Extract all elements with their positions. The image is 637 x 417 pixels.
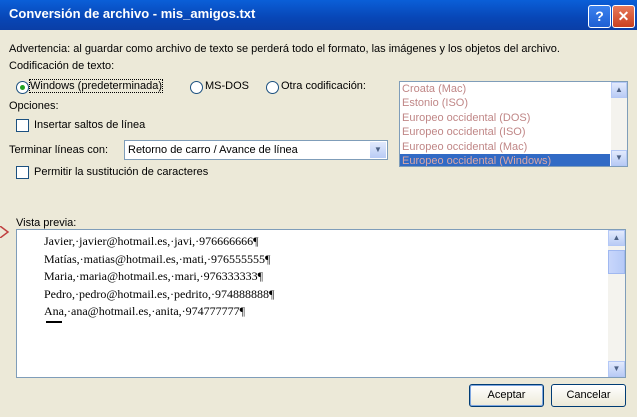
preview-line: Javier,·javier@hotmail.es,·javi,·9766666… bbox=[44, 234, 259, 248]
options-label: Opciones: bbox=[9, 100, 59, 112]
scroll-thumb[interactable] bbox=[608, 250, 625, 274]
encoding-list-scrollbar[interactable]: ▲ ▼ bbox=[611, 82, 627, 166]
window-title: Conversión de archivo - mis_amigos.txt bbox=[9, 6, 256, 21]
warning-text: Advertencia: al guardar como archivo de … bbox=[9, 43, 560, 55]
encoding-item[interactable]: Estonio (ISO) bbox=[400, 96, 610, 110]
cancel-button[interactable]: Cancelar bbox=[551, 384, 626, 407]
radio-windows-label[interactable]: Windows (predeterminada) bbox=[28, 79, 164, 93]
encoding-item[interactable]: Europeo occidental (DOS) bbox=[400, 111, 610, 125]
title-bar: Conversión de archivo - mis_amigos.txt ?… bbox=[0, 0, 637, 30]
scroll-up-icon[interactable]: ▲ bbox=[611, 82, 627, 98]
encoding-list[interactable]: Croata (Mac) Estonio (ISO) Europeo occid… bbox=[399, 81, 628, 167]
end-lines-label: Terminar líneas con: bbox=[9, 144, 109, 156]
chevron-down-icon[interactable]: ▼ bbox=[370, 142, 386, 158]
allow-substitution-label[interactable]: Permitir la sustitución de caracteres bbox=[34, 166, 208, 178]
scroll-up-icon[interactable]: ▲ bbox=[608, 230, 625, 246]
encoding-item[interactable]: Europeo occidental (ISO) bbox=[400, 125, 610, 139]
arrow-icon bbox=[0, 226, 10, 238]
encoding-item-selected[interactable]: Europeo occidental (Windows) bbox=[400, 153, 610, 166]
accept-button[interactable]: Aceptar bbox=[469, 384, 544, 407]
radio-msdos-label[interactable]: MS-DOS bbox=[205, 80, 249, 92]
encoding-item[interactable]: Croata (Mac) bbox=[400, 82, 610, 96]
allow-substitution-checkbox[interactable] bbox=[16, 166, 29, 179]
text-cursor bbox=[46, 321, 62, 323]
scroll-down-icon[interactable]: ▼ bbox=[611, 150, 627, 166]
preview-label: Vista previa: bbox=[16, 217, 77, 229]
scroll-down-icon[interactable]: ▼ bbox=[608, 361, 625, 377]
end-lines-select[interactable]: Retorno de carro / Avance de línea ▼ bbox=[124, 140, 388, 160]
preview-line: Maria,·maria@hotmail.es,·mari,·976333333… bbox=[44, 269, 264, 284]
end-lines-value: Retorno de carro / Avance de línea bbox=[128, 144, 298, 156]
preview-line: Pedro,·pedro@hotmail.es,·pedrito,·974888… bbox=[44, 286, 275, 301]
radio-msdos[interactable] bbox=[190, 81, 203, 94]
encoding-item[interactable]: Europeo occidental (Mac) bbox=[400, 140, 610, 154]
encoding-label: Codificación de texto: bbox=[9, 60, 115, 72]
preview-box[interactable]: Javier,·javier@hotmail.es,·javi,·9766666… bbox=[16, 229, 626, 378]
preview-line: Matías,·matias@hotmail.es,·mati,·9765555… bbox=[44, 251, 271, 266]
insert-breaks-label[interactable]: Insertar saltos de línea bbox=[34, 119, 145, 131]
radio-other-encoding-label[interactable]: Otra codificación: bbox=[281, 80, 366, 92]
preview-line: Ana,·ana@hotmail.es,·anita,·974777777¶ bbox=[44, 304, 246, 319]
close-button[interactable]: ✕ bbox=[612, 5, 635, 28]
insert-breaks-checkbox[interactable] bbox=[16, 119, 29, 132]
radio-other-encoding[interactable] bbox=[266, 81, 279, 94]
help-button[interactable]: ? bbox=[588, 5, 611, 28]
radio-windows[interactable] bbox=[16, 81, 29, 94]
preview-scrollbar[interactable]: ▲ ▼ bbox=[608, 230, 625, 377]
